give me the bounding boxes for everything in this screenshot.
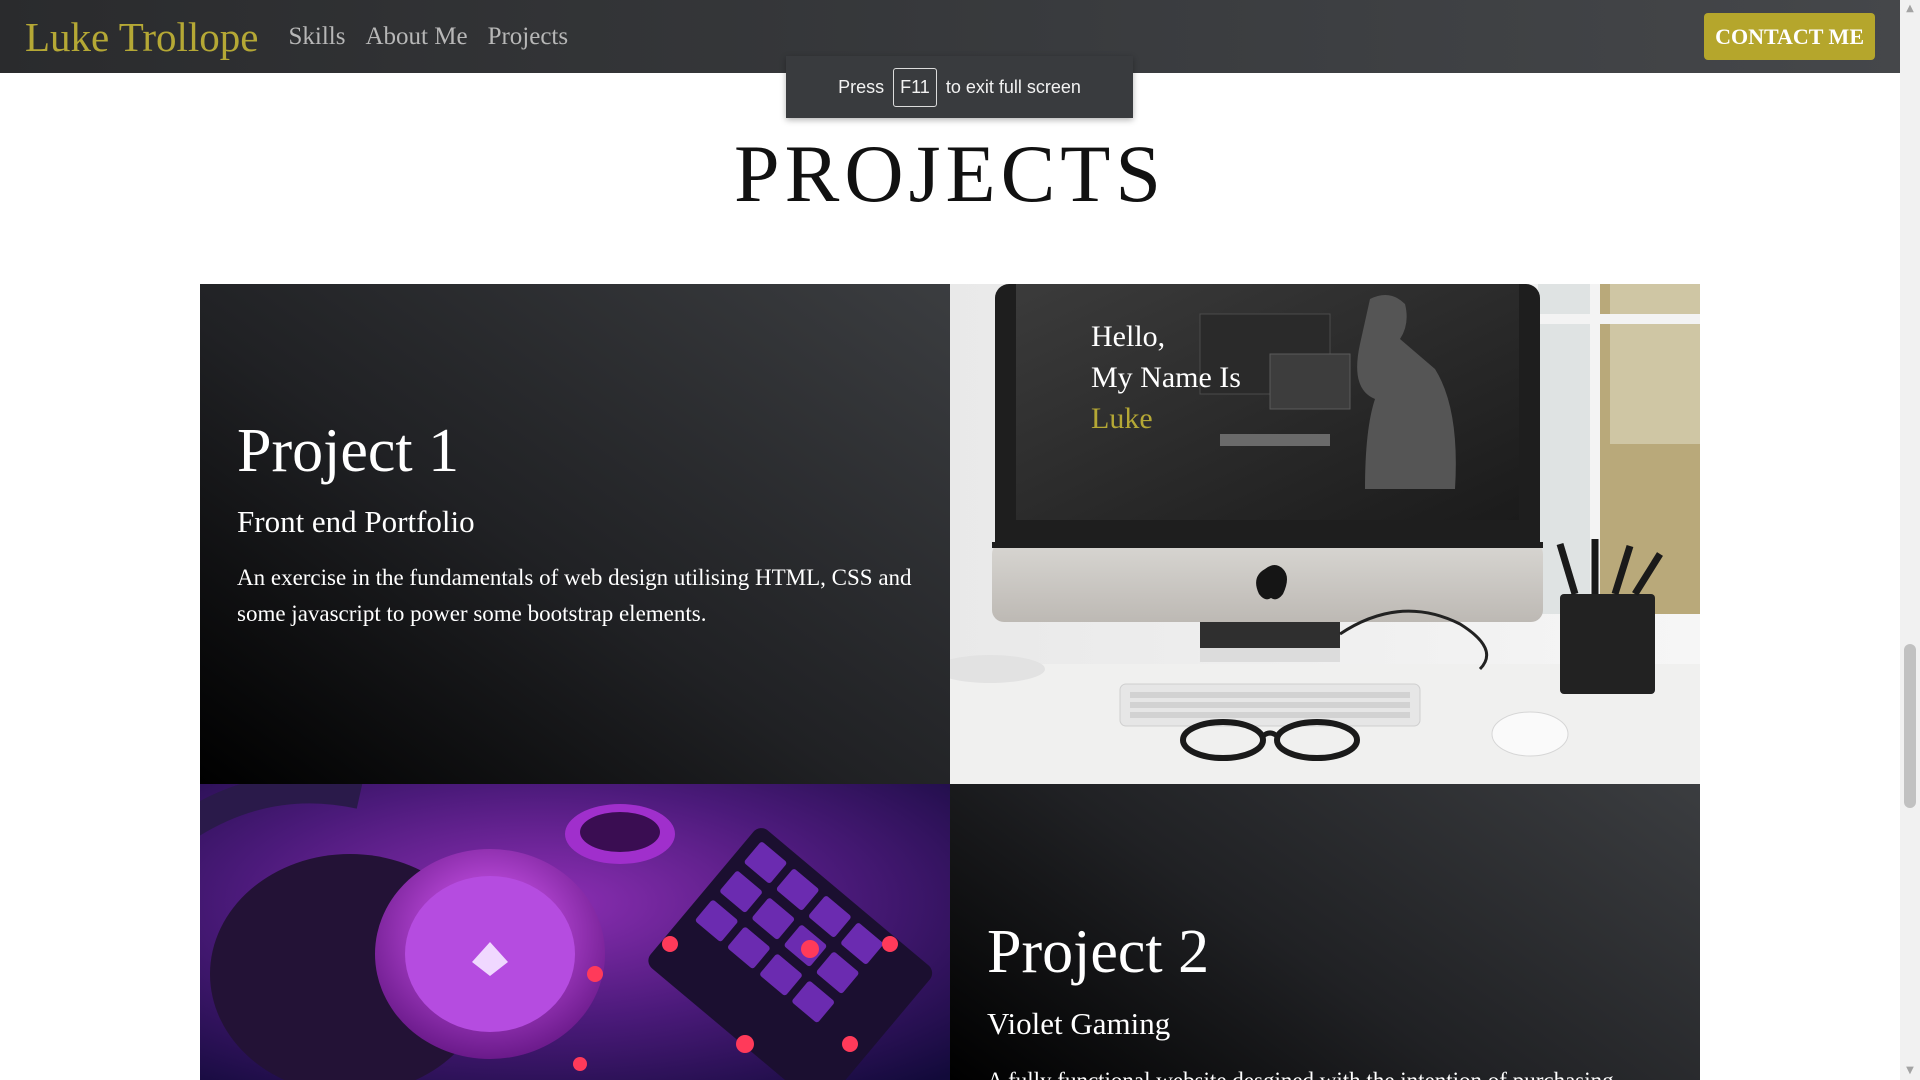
nav-link-skills[interactable]: Skills	[289, 23, 346, 51]
brand-logo-text[interactable]: Luke Trollope	[25, 13, 259, 61]
project-1-title: Project 1	[237, 417, 460, 485]
notice-text-after: to exit full screen	[945, 76, 1081, 97]
greeting-line-1: Hello,	[1091, 320, 1166, 353]
project-2-subtitle: Violet Gaming	[987, 1006, 1171, 1041]
notice-text-before: Press	[838, 76, 885, 97]
project-1-subtitle: Front end Portfolio	[237, 504, 475, 539]
scrollbar-thumb[interactable]	[1904, 644, 1916, 808]
desk-illustration	[950, 284, 1700, 784]
f11-key-badge: F11	[893, 67, 937, 107]
gaming-illustration	[200, 784, 950, 1080]
project-2-screenshot-image[interactable]	[200, 784, 950, 1080]
project-2-description: A fully functional website desgined with…	[987, 1063, 1677, 1080]
nav-link-projects[interactable]: Projects	[488, 23, 569, 51]
greeting-line-2: My Name Is	[1091, 361, 1241, 394]
image-greeting-text: Hello, My Name Is Luke	[1091, 316, 1241, 439]
project-1-card: Project 1 Front end Portfolio An exercis…	[200, 284, 950, 784]
scroll-up-arrow-icon[interactable]: ▲	[1900, 0, 1920, 18]
page-scrollbar[interactable]: ▲ ▼	[1900, 0, 1920, 1080]
project-1-description: An exercise in the fundamentals of web d…	[237, 565, 912, 626]
project-2-title: Project 2	[987, 918, 1210, 986]
scroll-down-arrow-icon[interactable]: ▼	[1900, 1062, 1920, 1080]
contact-me-button[interactable]: CONTACT ME	[1704, 13, 1875, 60]
greeting-name: Luke	[1091, 402, 1153, 435]
fullscreen-exit-notice: Press F11 to exit full screen	[786, 56, 1133, 118]
project-2-card: Project 2 Violet Gaming A fully function…	[950, 784, 1700, 1080]
nav-link-about-me[interactable]: About Me	[365, 23, 467, 51]
project-1-screenshot-image[interactable]: Hello, My Name Is Luke	[950, 284, 1700, 784]
projects-heading: PROJECTS	[734, 128, 1166, 219]
nav-links: Skills About Me Projects	[289, 23, 589, 51]
